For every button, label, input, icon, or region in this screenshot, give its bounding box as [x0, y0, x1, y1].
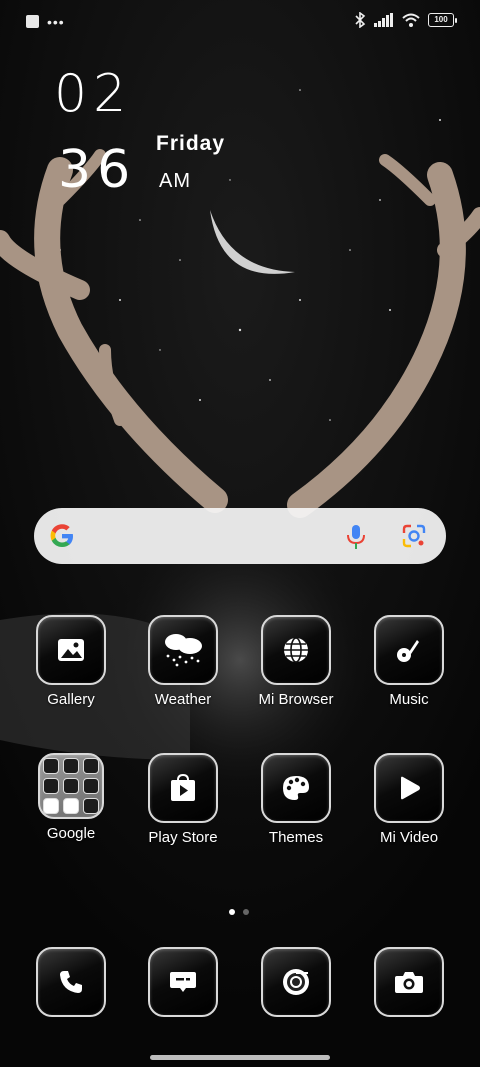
bluetooth-icon	[355, 12, 366, 28]
phone-icon	[60, 971, 82, 993]
gmail-mini-icon	[43, 758, 59, 774]
image-icon	[58, 639, 84, 661]
dock-chrome[interactable]	[241, 947, 351, 1017]
palette-icon	[283, 776, 309, 800]
dock-phone[interactable]	[16, 947, 126, 1017]
notification-icon	[26, 15, 39, 28]
app-label: Google	[46, 825, 96, 842]
camera-icon	[395, 972, 423, 993]
home-indicator[interactable]	[150, 1055, 330, 1060]
maps-mini-icon	[63, 758, 79, 774]
app-mi-video[interactable]: Mi Video	[354, 753, 464, 846]
signal-icon	[374, 13, 393, 27]
play-store-icon	[171, 773, 195, 801]
app-music[interactable]: Music	[354, 615, 464, 708]
app-play-store[interactable]: Play Store	[128, 753, 238, 846]
messages-icon	[170, 972, 196, 992]
app-label: Weather	[154, 691, 212, 708]
music-note-icon	[397, 640, 419, 662]
duo-mini-icon	[83, 798, 99, 814]
location-mini-icon	[83, 758, 99, 774]
folder-google[interactable]: Google	[16, 753, 126, 842]
dock-messages[interactable]	[128, 947, 238, 1017]
drive-mini-icon	[43, 778, 59, 794]
wifi-icon	[402, 13, 420, 27]
app-themes[interactable]: Themes	[241, 753, 351, 846]
clock-hour: 02	[54, 64, 133, 124]
app-label: Gallery	[47, 691, 95, 708]
status-bar: ••• 100	[0, 0, 480, 44]
app-label: Mi Video	[379, 829, 439, 846]
folder-icon	[38, 753, 104, 819]
clock-day: Friday	[156, 132, 226, 155]
globe-icon	[284, 637, 308, 663]
app-label: Music	[389, 691, 429, 708]
microphone-icon[interactable]	[345, 524, 367, 550]
app-mi-browser[interactable]: Mi Browser	[241, 615, 351, 708]
google-logo-icon	[50, 524, 73, 547]
dock-camera[interactable]	[354, 947, 464, 1017]
app-gallery[interactable]: Gallery	[16, 615, 126, 708]
clock-minute: 36	[58, 140, 137, 200]
meet-mini-icon	[63, 778, 79, 794]
play-icon	[401, 776, 420, 800]
google-lens-icon[interactable]	[401, 523, 427, 549]
photos-mini-icon	[83, 778, 99, 794]
one-mini-icon	[43, 798, 59, 814]
app-label: Play Store	[148, 829, 218, 846]
cloud-rain-icon	[165, 634, 202, 667]
app-label: Themes	[268, 829, 324, 846]
app-weather[interactable]: Weather	[128, 615, 238, 708]
page-indicator	[229, 909, 249, 915]
battery-icon: 100	[428, 13, 457, 27]
google-search-bar[interactable]	[34, 508, 446, 564]
app-label: Mi Browser	[258, 691, 334, 708]
assistant-mini-icon	[63, 798, 79, 814]
page-dot-active	[229, 909, 235, 915]
chrome-icon	[283, 969, 309, 995]
page-dot	[243, 909, 249, 915]
clock-ampm: AM	[159, 170, 191, 192]
more-notifications-icon: •••	[47, 13, 65, 30]
